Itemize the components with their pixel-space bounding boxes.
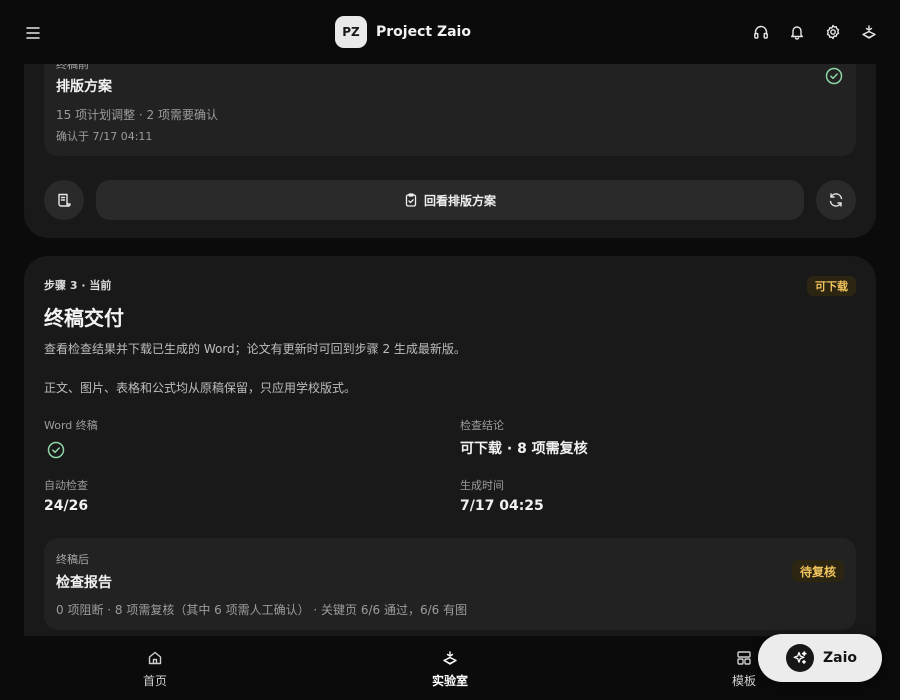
template-icon [735, 649, 753, 667]
step-title: 终稿交付 [44, 306, 124, 330]
nav-templates-label: 模板 [731, 674, 756, 688]
check-report-card[interactable]: 终稿后 检查报告 0 项阻断 · 8 项需复核（其中 6 项需人工确认） · 关… [44, 538, 856, 630]
nav-lab[interactable]: 实验室 [390, 636, 510, 700]
plan-confirmed-time: 确认于 7/17 04:11 [56, 130, 153, 143]
generated-time-label: 生成时间 [460, 479, 504, 492]
project-switcher[interactable]: PZ Project Zaio [335, 16, 471, 48]
generated-time-value: 7/17 04:25 [460, 498, 544, 514]
report-title: 检查报告 [56, 575, 112, 591]
nav-lab-label: 实验室 [431, 674, 468, 688]
download-status-badge: 可下载 [807, 276, 856, 296]
plan-title: 排版方案 [56, 79, 112, 95]
word-ready-check-icon [46, 440, 66, 460]
sparkle-icon [786, 644, 814, 672]
scroll-document-icon [56, 192, 72, 208]
top-header: PZ Project Zaio [0, 0, 900, 64]
report-summary: 0 项阻断 · 8 项需复核（其中 6 项需人工确认） · 关键页 6/6 通过… [56, 603, 468, 617]
lab-icon [441, 649, 459, 667]
bell-icon[interactable] [786, 21, 808, 43]
clipboard-check-icon [404, 193, 418, 207]
review-plan-button[interactable]: 回看排版方案 [96, 180, 804, 220]
gear-icon[interactable] [822, 21, 844, 43]
step-indicator: 步骤 3 · 当前 [44, 279, 112, 292]
layout-plan-card: 终稿前 排版方案 15 项计划调整 · 2 项需要确认 确认于 7/17 04:… [24, 38, 876, 238]
project-avatar: PZ [335, 16, 367, 48]
headphones-icon[interactable] [750, 21, 772, 43]
zaio-assistant-button[interactable]: Zaio [758, 634, 882, 682]
plan-summary: 15 项计划调整 · 2 项需要确认 [56, 108, 218, 122]
refresh-icon [828, 192, 844, 208]
final-delivery-card: 步骤 3 · 当前 可下载 终稿交付 查看检查结果并下载已生成的 Word；论文… [24, 256, 876, 656]
refresh-button[interactable] [816, 180, 856, 220]
report-eyebrow: 终稿后 [56, 553, 89, 566]
project-name: Project Zaio [376, 24, 471, 40]
auto-check-label: 自动检查 [44, 479, 88, 492]
conclusion-value: 可下载 · 8 项需复核 [460, 441, 588, 457]
step-note: 正文、图片、表格和公式均从原稿保留，只应用学校版式。 [44, 381, 357, 395]
lab-icon[interactable] [858, 21, 880, 43]
word-final-label: Word 终稿 [44, 419, 98, 432]
home-icon [146, 649, 164, 667]
conclusion-label: 检查结论 [460, 419, 504, 432]
nav-home-label: 首页 [142, 674, 167, 688]
zaio-label: Zaio [823, 650, 858, 666]
auto-check-value: 24/26 [44, 498, 89, 514]
header-actions [750, 21, 880, 43]
nav-home[interactable]: 首页 [95, 636, 215, 700]
step-description: 查看检查结果并下载已生成的 Word；论文有更新时可回到步骤 2 生成最新版。 [44, 342, 466, 356]
document-list-button[interactable] [44, 180, 84, 220]
menu-icon[interactable] [22, 22, 44, 44]
review-plan-label: 回看排版方案 [423, 193, 496, 208]
check-circle-icon [824, 66, 844, 86]
pending-review-badge: 待复核 [791, 560, 844, 582]
